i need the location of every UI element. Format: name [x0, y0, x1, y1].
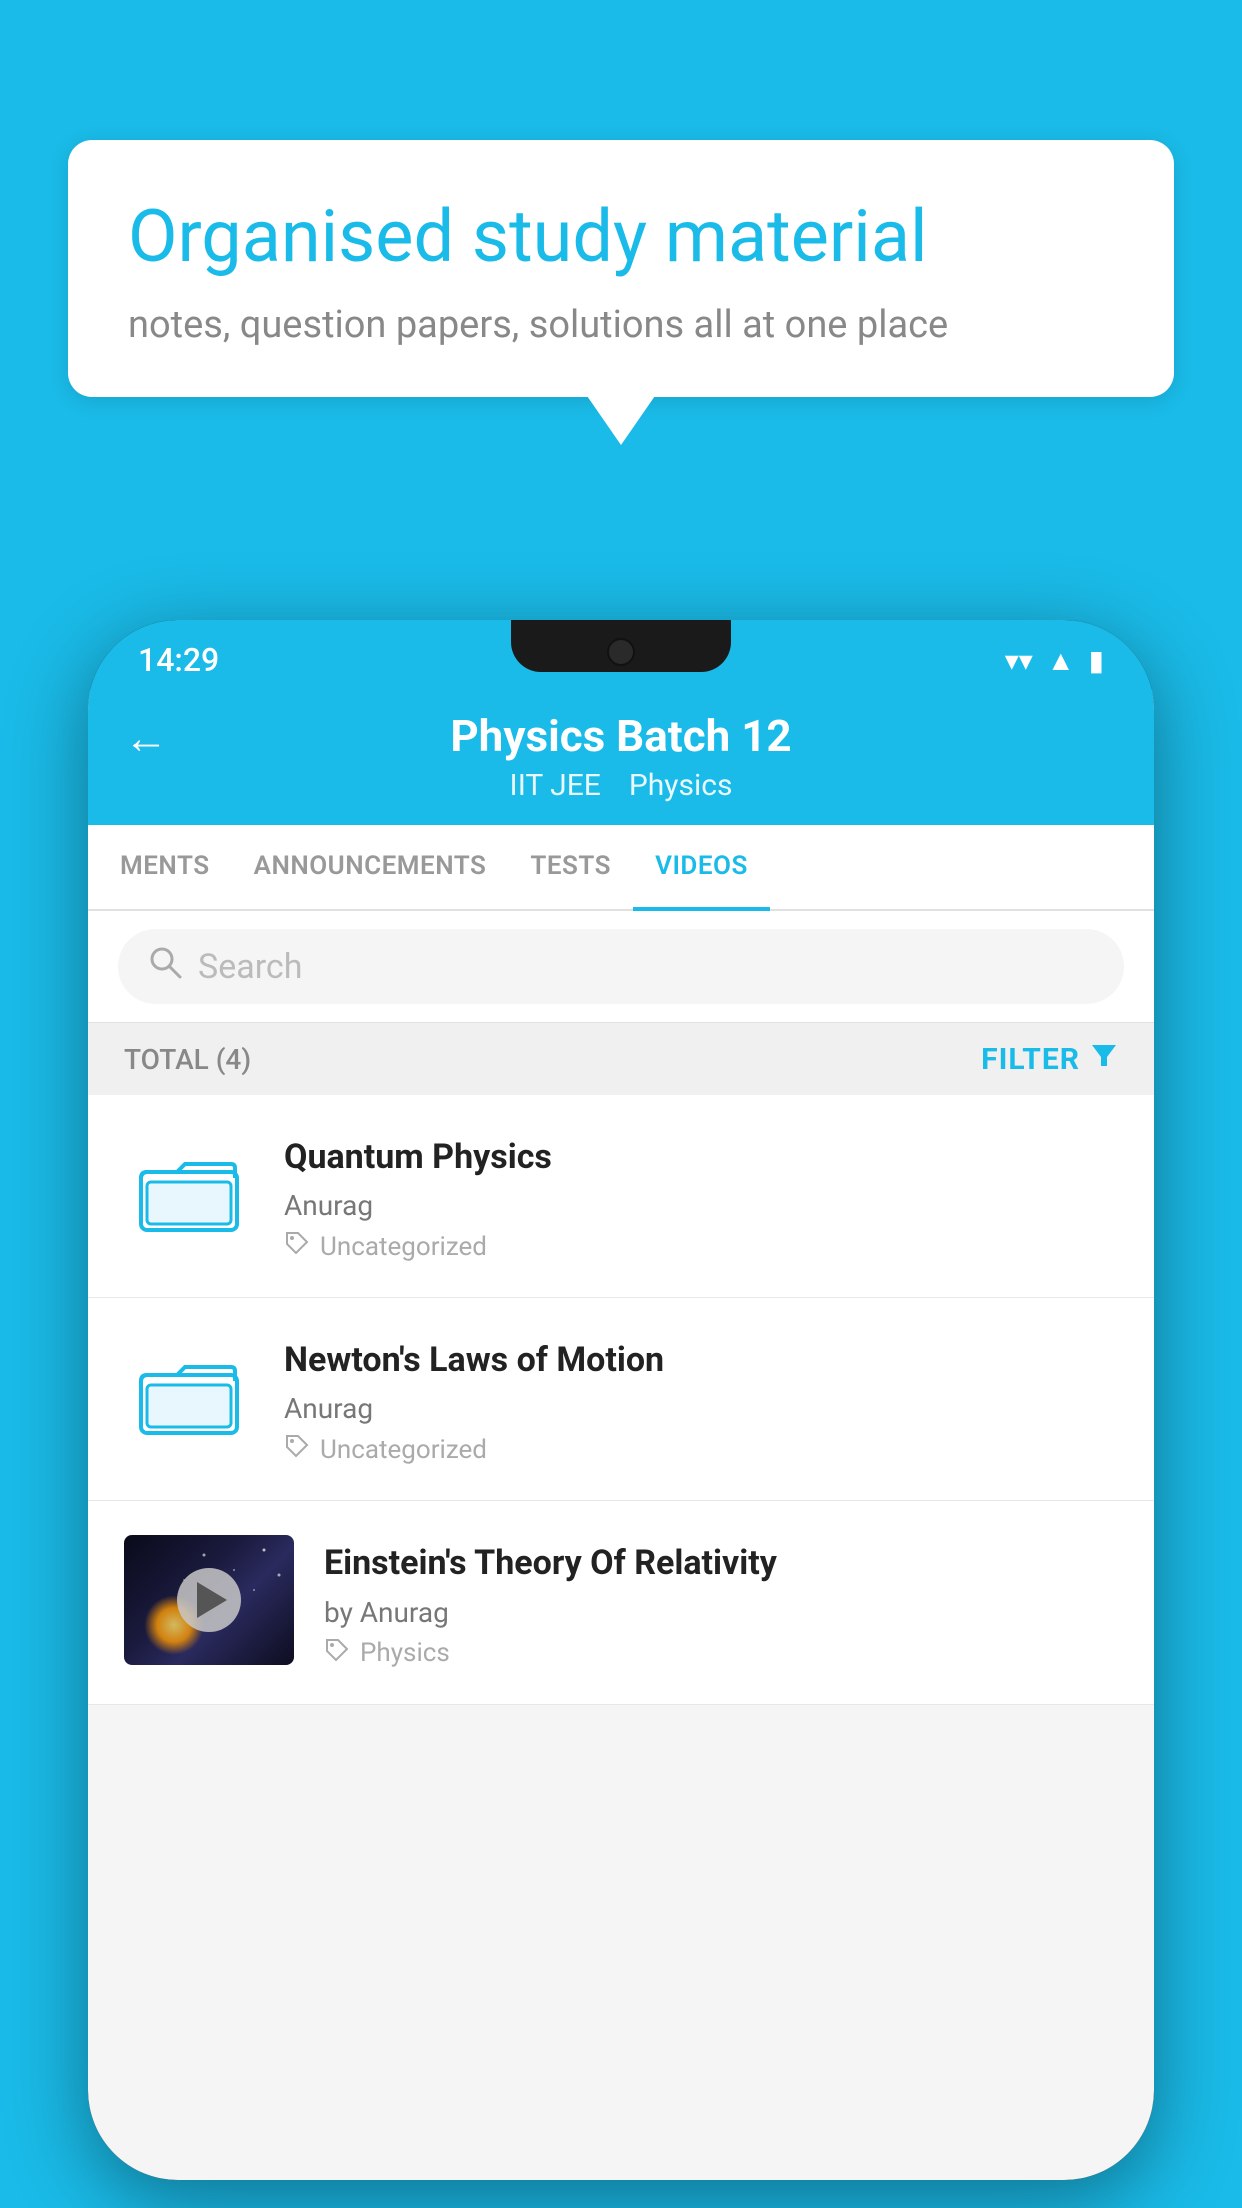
- video-info: Newton's Laws of Motion Anurag Uncategor…: [284, 1332, 1118, 1466]
- play-triangle-icon: [197, 1582, 227, 1618]
- back-button[interactable]: ←: [124, 712, 168, 764]
- batch-title: Physics Batch 12: [450, 710, 791, 762]
- phone-camera: [607, 638, 635, 666]
- header-tag-iitjee: IIT JEE: [510, 768, 601, 803]
- phone-frame: 14:29 ▾▾ ▲ ▮ ← Physics Batch 12 IIT JEE …: [88, 620, 1154, 2180]
- list-item[interactable]: Newton's Laws of Motion Anurag Uncategor…: [88, 1298, 1154, 1501]
- video-title: Newton's Laws of Motion: [284, 1338, 1118, 1382]
- video-author: Anurag: [284, 1392, 1118, 1425]
- status-icons: ▾▾ ▲ ▮: [1005, 644, 1104, 677]
- speech-bubble-title: Organised study material: [128, 196, 1114, 279]
- video-tag: Physics: [360, 1638, 450, 1668]
- video-author: by Anurag: [324, 1596, 1118, 1629]
- video-tag-row: Physics: [324, 1637, 1118, 1670]
- tab-announcements[interactable]: ANNOUNCEMENTS: [232, 825, 509, 911]
- tag-icon: [324, 1637, 350, 1670]
- video-title: Quantum Physics: [284, 1135, 1118, 1179]
- tab-ments[interactable]: MENTS: [98, 825, 232, 911]
- tab-tests[interactable]: TESTS: [508, 825, 633, 911]
- search-icon: [148, 945, 182, 988]
- filter-button[interactable]: FILTER: [981, 1041, 1118, 1077]
- header-tag-physics: Physics: [629, 768, 733, 803]
- filter-label: FILTER: [981, 1042, 1080, 1077]
- status-time: 14:29: [138, 641, 219, 679]
- play-button[interactable]: [177, 1568, 241, 1632]
- filter-funnel-icon: [1090, 1041, 1118, 1077]
- app-header: ← Physics Batch 12 IIT JEE Physics: [88, 690, 1154, 825]
- total-label: TOTAL (4): [124, 1043, 251, 1076]
- battery-icon: ▮: [1089, 644, 1104, 677]
- tag-icon: [284, 1230, 310, 1263]
- video-info: Quantum Physics Anurag Uncategorized: [284, 1129, 1118, 1263]
- video-list: Quantum Physics Anurag Uncategorized: [88, 1095, 1154, 1705]
- video-folder-icon: [124, 1129, 254, 1259]
- filter-bar: TOTAL (4) FILTER: [88, 1023, 1154, 1095]
- video-thumbnail: [124, 1535, 294, 1665]
- wifi-icon: ▾▾: [1005, 644, 1033, 677]
- video-tag: Uncategorized: [320, 1435, 487, 1465]
- list-item[interactable]: Quantum Physics Anurag Uncategorized: [88, 1095, 1154, 1298]
- phone-screen: ← Physics Batch 12 IIT JEE Physics MENTS…: [88, 690, 1154, 2180]
- speech-bubble-wrapper: Organised study material notes, question…: [68, 140, 1174, 397]
- video-info: Einstein's Theory Of Relativity by Anura…: [324, 1535, 1118, 1669]
- video-tag-row: Uncategorized: [284, 1433, 1118, 1466]
- video-title: Einstein's Theory Of Relativity: [324, 1541, 1118, 1585]
- list-item[interactable]: Einstein's Theory Of Relativity by Anura…: [88, 1501, 1154, 1704]
- video-tag: Uncategorized: [320, 1232, 487, 1262]
- search-input[interactable]: Search: [198, 947, 302, 987]
- signal-icon: ▲: [1047, 644, 1075, 677]
- tab-videos[interactable]: VIDEOS: [633, 825, 770, 911]
- tabs-bar: MENTS ANNOUNCEMENTS TESTS VIDEOS: [88, 825, 1154, 911]
- video-author: Anurag: [284, 1189, 1118, 1222]
- speech-bubble-subtitle: notes, question papers, solutions all at…: [128, 303, 1114, 347]
- speech-bubble: Organised study material notes, question…: [68, 140, 1174, 397]
- video-folder-icon: [124, 1332, 254, 1462]
- video-tag-row: Uncategorized: [284, 1230, 1118, 1263]
- search-container: Search: [88, 911, 1154, 1023]
- header-tags: IIT JEE Physics: [510, 768, 733, 803]
- tag-icon: [284, 1433, 310, 1466]
- phone-notch: [511, 620, 731, 672]
- search-input-wrapper[interactable]: Search: [118, 929, 1124, 1004]
